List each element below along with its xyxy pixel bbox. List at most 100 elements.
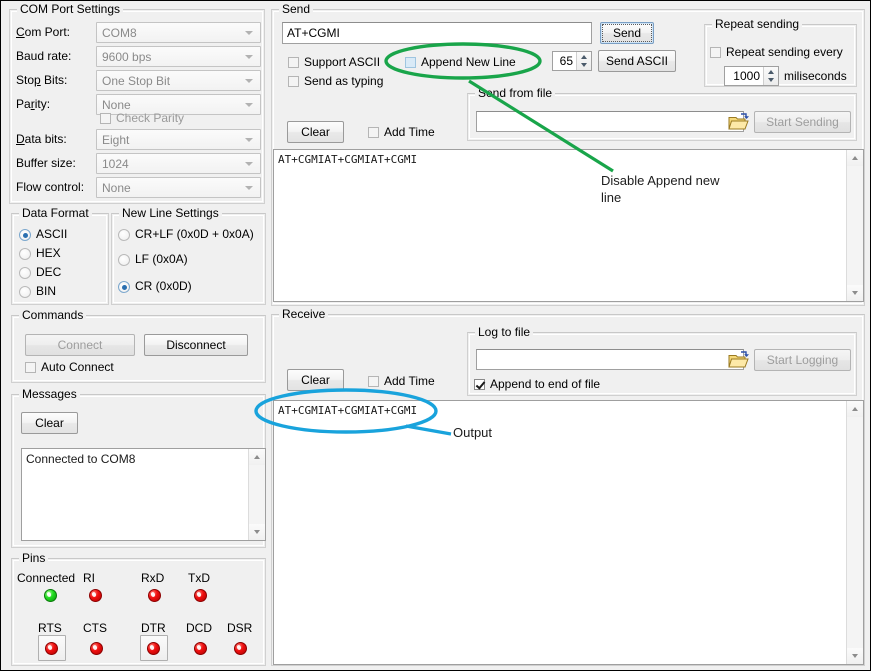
ascii-code-value: 65 (553, 52, 576, 70)
send-as-typing-label: Send as typing (304, 74, 383, 89)
scroll-down-icon[interactable] (249, 524, 265, 540)
send-ascii-label: Send ASCII (599, 51, 675, 71)
label-flow-control: Flow control: (16, 180, 84, 194)
chevron-down-icon (245, 138, 253, 142)
repeat-unit-label: miliseconds (784, 69, 847, 83)
start-logging-button[interactable]: Start Logging (754, 349, 851, 371)
com-port-value: COM8 (102, 25, 137, 41)
checkbox-box (100, 113, 111, 124)
folder-open-icon[interactable] (728, 351, 750, 371)
pin-led-dtr (147, 642, 160, 655)
messages-scrollbar[interactable] (248, 449, 265, 540)
scroll-up-icon[interactable] (249, 449, 265, 465)
chevron-down-icon (245, 162, 253, 166)
scroll-down-icon[interactable] (847, 648, 863, 664)
send-title: Send (279, 3, 313, 16)
com-port-select[interactable]: COM8 (96, 22, 261, 43)
radio-ring (118, 254, 130, 266)
flow-control-select[interactable]: None (96, 177, 261, 198)
radio-label: DEC (36, 265, 61, 280)
spinner-buttons[interactable] (763, 67, 778, 85)
send-add-time-label: Add Time (384, 125, 435, 140)
send-button[interactable]: Send (600, 22, 654, 44)
messages-clear-button[interactable]: Clear (21, 412, 78, 434)
repeat-interval-spinner[interactable]: 1000 (724, 66, 779, 86)
radio-label: HEX (36, 246, 61, 261)
scroll-down-icon[interactable] (847, 285, 863, 301)
pin-label-txd: TxD (188, 571, 210, 585)
checkbox-box (368, 127, 379, 138)
radio-ring (118, 281, 130, 293)
start-sending-button[interactable]: Start Sending (754, 111, 851, 133)
pin-label-dtr: DTR (141, 621, 166, 635)
annotation-text-output: Output (453, 424, 492, 441)
connect-button[interactable]: Connect (25, 334, 135, 356)
send-output-scrollbar[interactable] (846, 150, 863, 301)
receive-clear-button[interactable]: Clear (287, 369, 344, 391)
scroll-up-icon[interactable] (847, 150, 863, 166)
append-to-end-label: Append to end of file (490, 377, 600, 392)
pin-led-dsr (234, 642, 247, 655)
stop-bits-select[interactable]: One Stop Bit (96, 70, 261, 91)
disconnect-button[interactable]: Disconnect (144, 334, 248, 356)
receive-output-scrollbar[interactable] (846, 401, 863, 664)
pin-label-dsr: DSR (227, 621, 252, 635)
data-bits-value: Eight (102, 132, 129, 148)
messages-log-area[interactable]: Connected to COM8 (21, 448, 266, 541)
spinner-up-icon[interactable] (764, 67, 778, 76)
chevron-down-icon (245, 79, 253, 83)
send-output-area[interactable]: AT+CGMIAT+CGMIAT+CGMI (273, 149, 864, 302)
checkbox-box (405, 57, 416, 68)
receive-output-area[interactable]: AT+CGMIAT+CGMIAT+CGMI (273, 400, 864, 665)
folder-open-icon[interactable] (728, 113, 750, 133)
pin-label-rxd: RxD (141, 571, 164, 585)
annotation-text-disable-append: Disable Append new line (601, 172, 761, 206)
pin-label-connected: Connected (17, 571, 75, 585)
spinner-down-icon[interactable] (764, 76, 778, 85)
send-input-value: AT+CGMI (287, 26, 340, 41)
chevron-down-icon (245, 103, 253, 107)
append-new-line-label: Append New Line (421, 55, 516, 70)
ascii-code-spinner[interactable]: 65 (552, 51, 592, 71)
spinner-down-icon[interactable] (577, 61, 591, 70)
send-ascii-button[interactable]: Send ASCII (598, 50, 676, 72)
spinner-up-icon[interactable] (577, 52, 591, 61)
label-com-port: Com Port: (16, 25, 70, 39)
repeat-sending-label: Repeat sending every (726, 45, 843, 60)
flow-control-value: None (102, 180, 131, 196)
send-input[interactable]: AT+CGMI (282, 22, 592, 44)
pin-label-rts: RTS (38, 621, 62, 635)
checkbox-box (25, 362, 36, 373)
chevron-down-icon (245, 31, 253, 35)
radio-ring (19, 267, 31, 279)
radio-ring (19, 248, 31, 260)
scroll-up-icon[interactable] (847, 401, 863, 417)
baud-rate-select[interactable]: 9600 bps (96, 46, 261, 67)
auto-connect-label: Auto Connect (41, 360, 114, 375)
send-from-file-title: Send from file (475, 87, 555, 100)
send-file-path-input[interactable] (476, 111, 744, 132)
radio-label: CR (0x0D) (135, 279, 192, 294)
receive-title: Receive (279, 308, 328, 321)
commands-title: Commands (19, 309, 86, 322)
radio-ring (118, 229, 130, 241)
radio-label: CR+LF (0x0D + 0x0A) (135, 227, 254, 242)
buffer-size-select[interactable]: 1024 (96, 153, 261, 174)
data-format-title: Data Format (19, 207, 92, 220)
new-line-settings-title: New Line Settings (119, 207, 222, 220)
repeat-sending-title: Repeat sending (712, 18, 802, 31)
pin-led-dcd (194, 642, 207, 655)
radio-label: LF (0x0A) (135, 252, 188, 267)
send-clear-button[interactable]: Clear (287, 121, 344, 143)
checkbox-box (368, 376, 379, 387)
stop-bits-value: One Stop Bit (102, 73, 170, 89)
send-output-text: AT+CGMIAT+CGMIAT+CGMI (278, 153, 843, 167)
buffer-size-value: 1024 (102, 156, 129, 172)
data-bits-select[interactable]: Eight (96, 129, 261, 150)
pin-led-rts (45, 642, 58, 655)
log-file-path-input[interactable] (476, 349, 744, 370)
pin-led-cts (90, 642, 103, 655)
spinner-buttons[interactable] (576, 52, 591, 70)
checkbox-box (288, 76, 299, 87)
messages-clear-label: Clear (22, 413, 77, 433)
